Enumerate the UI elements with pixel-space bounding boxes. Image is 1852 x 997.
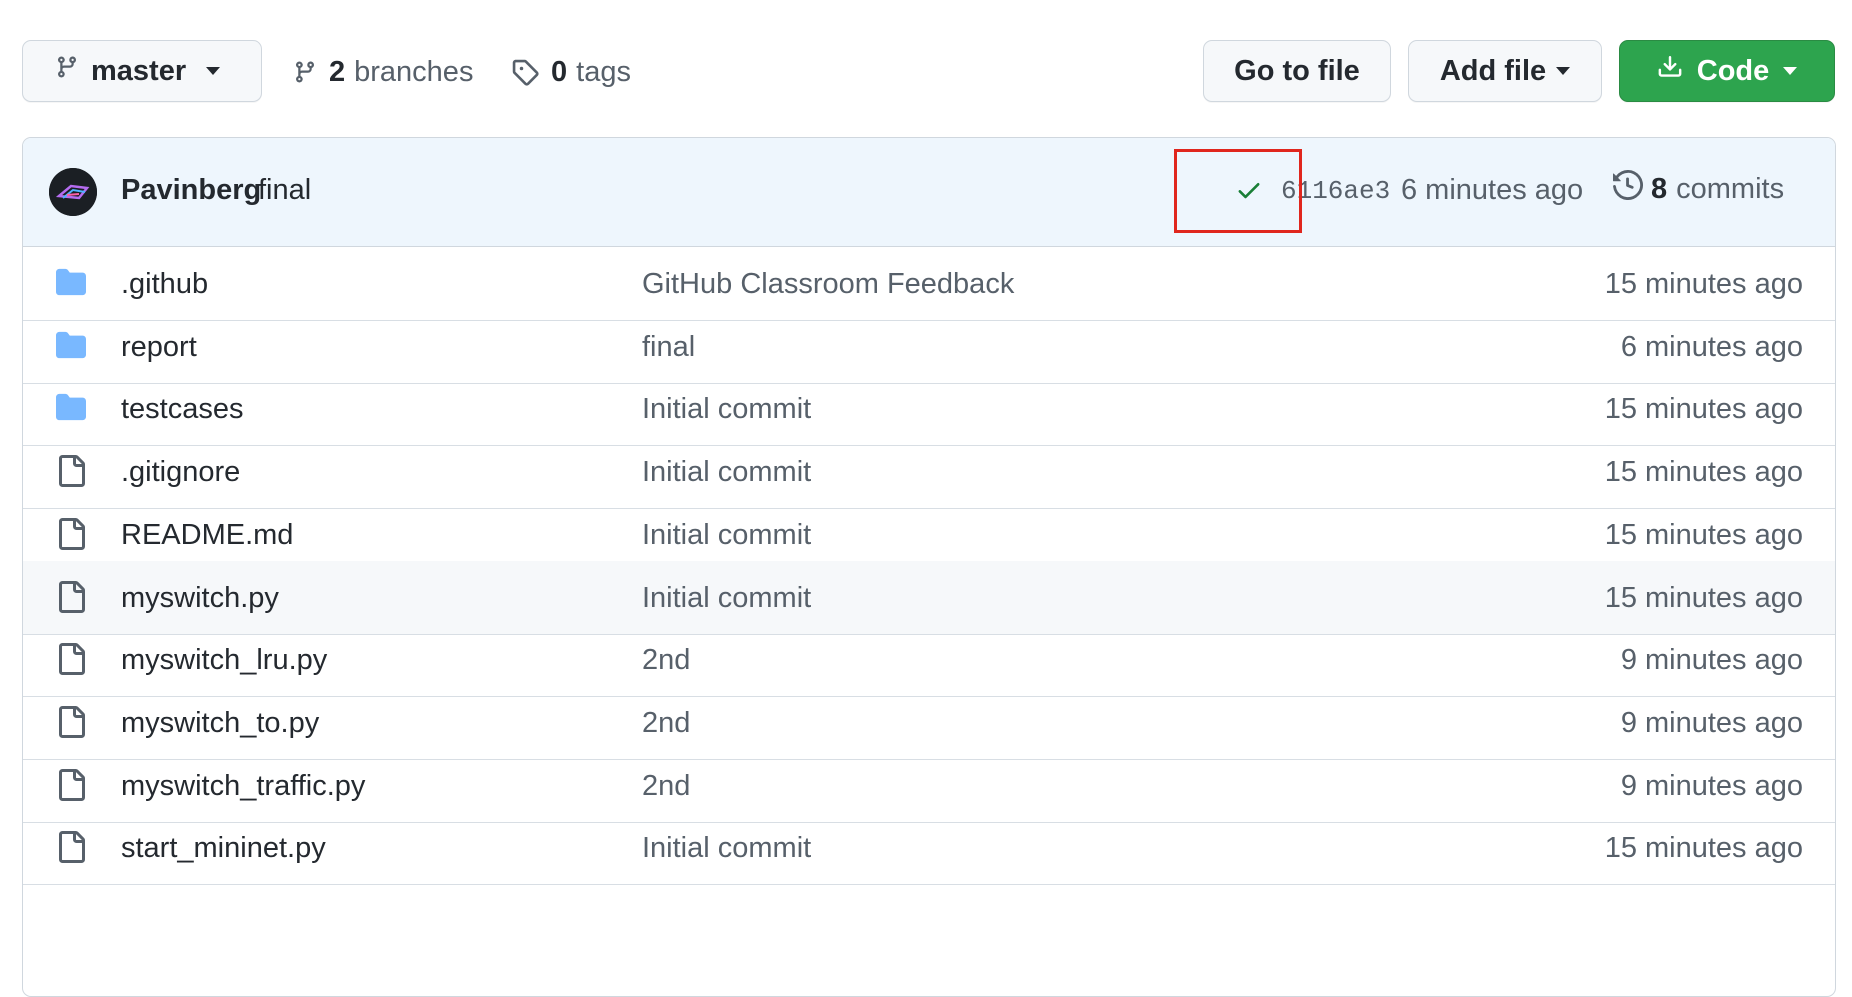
file-age: 15 minutes ago [1604,581,1803,614]
chevron-down-icon [206,67,221,75]
file-commit-message[interactable]: Initial commit [642,582,811,615]
commit-author[interactable]: Pavinberg [121,174,261,207]
file-age: 9 minutes ago [1620,644,1803,677]
file-name[interactable]: myswitch.py [121,582,279,615]
file-name[interactable]: myswitch_to.py [121,707,319,740]
folder-icon [55,330,87,365]
file-commit-message[interactable]: Initial commit [642,519,811,552]
file-age: 6 minutes ago [1620,330,1803,363]
highlight-box [1174,149,1302,233]
file-commit-message[interactable]: Initial commit [642,393,811,426]
code-button[interactable]: Code [1619,40,1835,102]
commits-label: commits [1676,172,1785,205]
file-name[interactable]: myswitch_traffic.py [121,770,365,803]
file-name[interactable]: .github [121,268,208,301]
file-commit-message[interactable]: Initial commit [642,456,811,489]
tag-icon [511,58,539,86]
file-commit-message[interactable]: Initial commit [642,832,811,865]
tags-link[interactable]: 0 tags [511,50,631,94]
commits-link[interactable]: 8 commits [1613,169,1785,208]
file-name[interactable]: myswitch_lru.py [121,644,327,677]
commit-message[interactable]: final [258,174,311,207]
folder-icon [55,392,87,427]
folder-icon [55,267,87,302]
commits-count: 8 [1651,172,1668,205]
latest-commit-bar: Pavinberg final 6116ae3 6 minutes ago 8 … [23,138,1835,247]
branch-select-button[interactable]: master [22,40,262,102]
download-icon [1657,53,1683,89]
file-commit-message[interactable]: GitHub Classroom Feedback [642,268,1014,301]
history-icon [1613,169,1644,208]
file-browser: Pavinberg final 6116ae3 6 minutes ago 8 … [22,137,1836,997]
file-age: 9 minutes ago [1620,769,1803,802]
commit-time: 6 minutes ago [1401,174,1584,206]
file-icon [55,831,87,868]
tags-count: 0 [551,55,568,88]
chevron-down-icon [1556,67,1571,75]
add-file-label: Add file [1439,54,1547,87]
git-branch-icon [293,58,317,86]
add-file-button[interactable]: Add file [1408,40,1602,102]
file-age: 15 minutes ago [1604,268,1803,300]
file-age: 15 minutes ago [1604,393,1803,426]
file-commit-message[interactable]: 2nd [642,770,690,803]
file-commit-message[interactable]: 2nd [642,644,690,677]
chevron-down-icon [1783,67,1798,75]
file-age: 15 minutes ago [1604,832,1803,865]
code-label: Code [1696,54,1770,87]
file-icon [55,517,87,555]
branch-name: master [91,54,187,87]
file-row[interactable]: start_mininet.py Initial commit 15 minutes… [23,811,1835,886]
file-name[interactable]: report [121,331,197,364]
go-to-file-button[interactable]: Go to file [1203,40,1391,102]
branches-count: 2 [329,55,346,88]
go-to-file-label: Go to file [1234,54,1360,87]
avatar[interactable] [49,168,97,216]
file-icon [55,768,87,806]
file-age: 15 minutes ago [1604,456,1803,489]
file-name[interactable]: testcases [121,393,244,426]
file-commit-message[interactable]: 2nd [642,707,690,740]
file-icon [55,705,87,743]
file-commit-message[interactable]: final [642,331,695,364]
file-icon [55,455,87,492]
file-icon [55,643,87,680]
file-name[interactable]: .gitignore [121,456,240,489]
file-age: 15 minutes ago [1604,518,1803,551]
branches-label: branches [354,55,474,88]
file-age: 9 minutes ago [1620,706,1803,739]
tags-label: tags [576,55,631,88]
branches-link[interactable]: 2 branches [293,50,473,94]
git-branch-icon [55,53,79,89]
file-name[interactable]: README.md [121,519,293,552]
file-name[interactable]: start_mininet.py [121,832,326,865]
file-icon [55,580,87,618]
